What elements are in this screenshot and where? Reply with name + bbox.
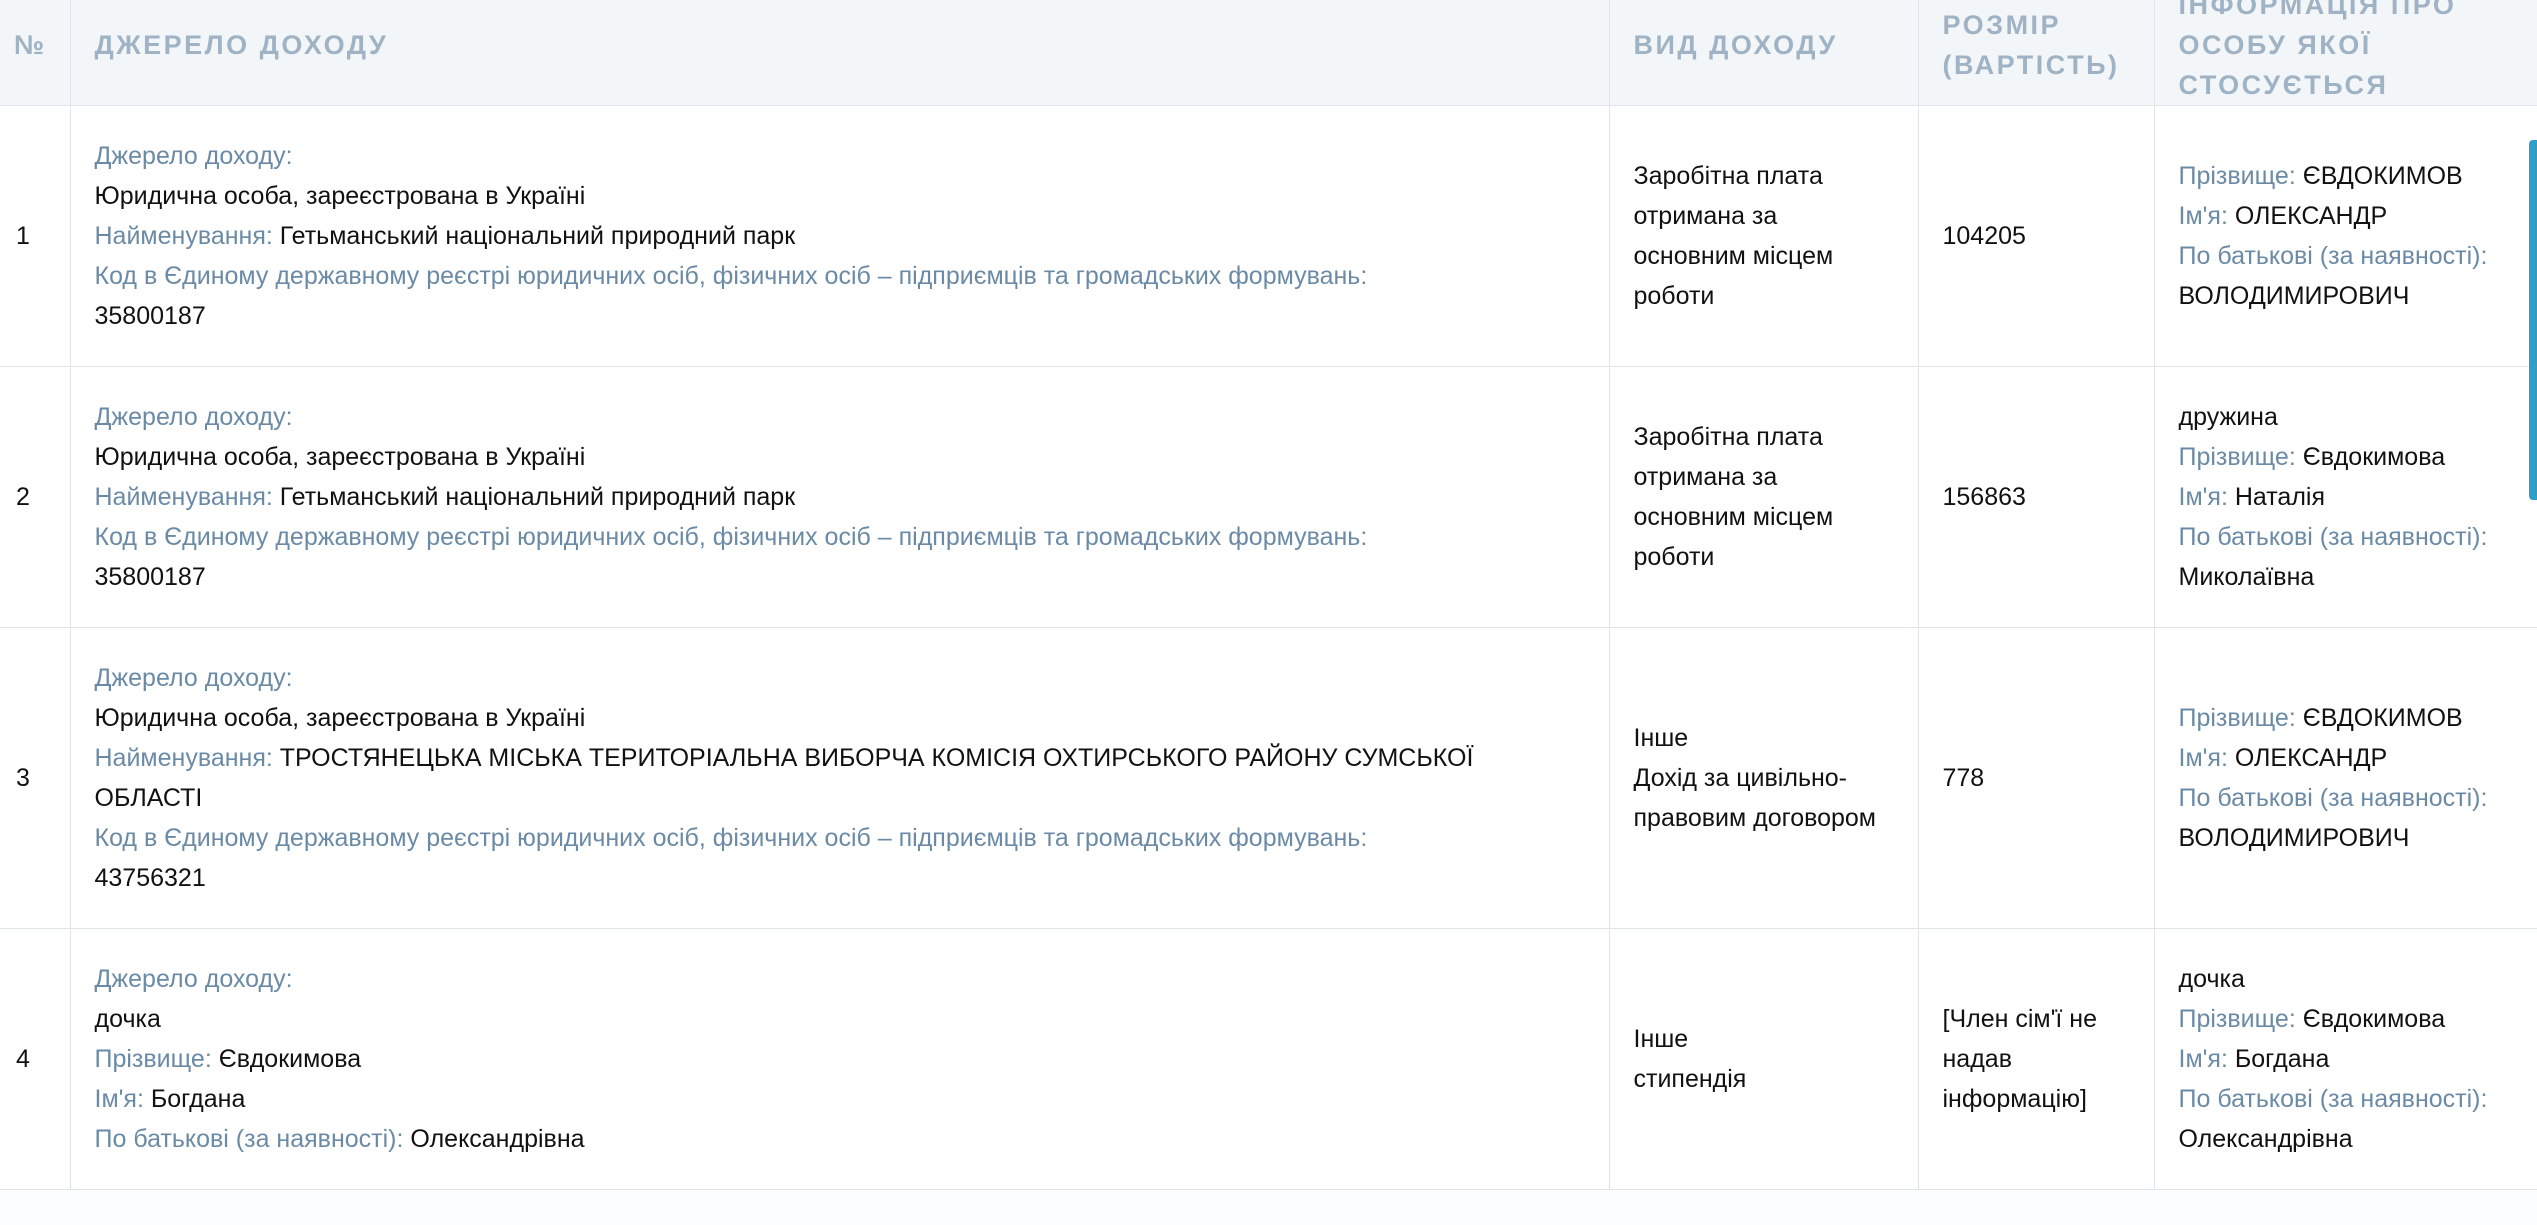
surname-label: Прізвище:: [2178, 704, 2296, 732]
type-cell: Заробітна плата отримана за основним міс…: [1609, 366, 1919, 628]
type-cell: Інше Дохід за цивільно-правовим договоро…: [1609, 627, 1919, 929]
row-number: 4: [0, 928, 71, 1190]
row-number: 1: [0, 105, 71, 367]
source-cell: Джерело доходу: Юридична особа, зареєстр…: [70, 105, 1610, 367]
page-bottom-area: [0, 1190, 2537, 1225]
income-type: Інше: [1633, 1025, 1689, 1053]
patronymic-label: По батькові (за наявності):: [2178, 523, 2488, 551]
scroll-indicator[interactable]: [2529, 140, 2537, 500]
amount-cell: 778: [1918, 627, 2155, 929]
source-code: 43756321: [94, 864, 206, 892]
person-surname: Євдокимова: [2302, 1005, 2446, 1033]
firstname-label: Ім'я:: [2178, 202, 2228, 230]
firstname-label: Ім'я:: [94, 1085, 144, 1113]
source-code: 35800187: [94, 302, 206, 330]
income-type: Інше: [1633, 724, 1689, 752]
person-cell: дружина Прізвище: Євдокимова Ім'я: Натал…: [2154, 366, 2537, 628]
table-body: 1 Джерело доходу: Юридична особа, зареєс…: [0, 105, 2537, 1190]
person-firstname: Наталія: [2234, 483, 2326, 511]
firstname-label: Ім'я:: [2178, 1045, 2228, 1073]
source-cell: Джерело доходу: дочка Прізвище: Євдокимо…: [70, 928, 1610, 1190]
person-patronymic: Миколаївна: [2178, 563, 2315, 591]
income-table-wrapper: № ДЖЕРЕЛО ДОХОДУ ВИД ДОХОДУ РОЗМІР (ВАРТ…: [0, 0, 2537, 1190]
source-label: Джерело доходу:: [94, 403, 293, 431]
source-cell: Джерело доходу: Юридична особа, зареєстр…: [70, 627, 1610, 929]
source-name: Гетьманський національний природний парк: [279, 222, 796, 250]
income-table: № ДЖЕРЕЛО ДОХОДУ ВИД ДОХОДУ РОЗМІР (ВАРТ…: [0, 0, 2537, 1190]
source-firstname: Богдана: [150, 1085, 246, 1113]
header-source: ДЖЕРЕЛО ДОХОДУ: [70, 0, 1610, 106]
amount-cell: 104205: [1918, 105, 2155, 367]
income-type: Заробітна плата отримана за основним міс…: [1633, 423, 1834, 571]
amount-cell: [Член сім'ї не надав інформацію]: [1918, 928, 2155, 1190]
type-cell: Заробітна плата отримана за основним міс…: [1609, 105, 1919, 367]
person-surname: ЄВДОКИМОВ: [2302, 704, 2463, 732]
person-patronymic: ВОЛОДИМИРОВИЧ: [2178, 824, 2410, 852]
source-cell: Джерело доходу: Юридична особа, зареєстр…: [70, 366, 1610, 628]
code-label: Код в Єдиному державному реєстрі юридичн…: [94, 523, 1368, 551]
name-label: Найменування:: [94, 744, 273, 772]
source-code: 35800187: [94, 563, 206, 591]
person-cell: дочка Прізвище: Євдокимова Ім'я: Богдана…: [2154, 928, 2537, 1190]
row-number: 2: [0, 366, 71, 628]
source-label: Джерело доходу:: [94, 142, 293, 170]
source-surname: Євдокимова: [218, 1045, 362, 1073]
person-relation: дочка: [2178, 965, 2245, 993]
surname-label: Прізвище:: [94, 1045, 212, 1073]
source-relation: дочка: [94, 1005, 161, 1033]
surname-label: Прізвище:: [2178, 1005, 2296, 1033]
person-cell: Прізвище: ЄВДОКИМОВ Ім'я: ОЛЕКСАНДР По б…: [2154, 627, 2537, 929]
source-name: ТРОСТЯНЕЦЬКА МІСЬКА ТЕРИТОРІАЛЬНА ВИБОРЧ…: [94, 744, 1474, 812]
table-row: 2 Джерело доходу: Юридична особа, зареєс…: [0, 366, 2537, 628]
source-label: Джерело доходу:: [94, 664, 293, 692]
header-num: №: [0, 0, 71, 106]
person-patronymic: Олександрівна: [2178, 1125, 2353, 1153]
person-relation: дружина: [2178, 403, 2278, 431]
source-kind: Юридична особа, зареєстрована в Україні: [94, 704, 586, 732]
person-cell: Прізвище: ЄВДОКИМОВ Ім'я: ОЛЕКСАНДР По б…: [2154, 105, 2537, 367]
table-row: 3 Джерело доходу: Юридична особа, зареєс…: [0, 627, 2537, 929]
amount-cell: 156863: [1918, 366, 2155, 628]
income-subtype: стипендія: [1633, 1065, 1747, 1093]
person-patronymic: ВОЛОДИМИРОВИЧ: [2178, 282, 2410, 310]
source-label: Джерело доходу:: [94, 965, 293, 993]
code-label: Код в Єдиному державному реєстрі юридичн…: [94, 824, 1368, 852]
name-label: Найменування:: [94, 483, 273, 511]
person-firstname: ОЛЕКСАНДР: [2234, 202, 2388, 230]
source-patronymic: Олександрівна: [410, 1125, 585, 1153]
source-kind: Юридична особа, зареєстрована в Україні: [94, 182, 586, 210]
table-row: 1 Джерело доходу: Юридична особа, зареєс…: [0, 105, 2537, 367]
table-row: 4 Джерело доходу: дочка Прізвище: Євдоки…: [0, 928, 2537, 1190]
table-header: № ДЖЕРЕЛО ДОХОДУ ВИД ДОХОДУ РОЗМІР (ВАРТ…: [0, 0, 2537, 106]
surname-label: Прізвище:: [2178, 162, 2296, 190]
type-cell: Інше стипендія: [1609, 928, 1919, 1190]
income-type: Заробітна плата отримана за основним міс…: [1633, 162, 1834, 310]
name-label: Найменування:: [94, 222, 273, 250]
header-row: № ДЖЕРЕЛО ДОХОДУ ВИД ДОХОДУ РОЗМІР (ВАРТ…: [0, 0, 2537, 106]
source-kind: Юридична особа, зареєстрована в Україні: [94, 443, 586, 471]
header-person: ІНФОРМАЦІЯ ПРО ОСОБУ ЯКОЇ СТОСУЄТЬСЯ: [2154, 0, 2537, 106]
header-type: ВИД ДОХОДУ: [1609, 0, 1919, 106]
firstname-label: Ім'я:: [2178, 483, 2228, 511]
person-surname: ЄВДОКИМОВ: [2302, 162, 2463, 190]
person-surname: Євдокимова: [2302, 443, 2446, 471]
code-label: Код в Єдиному державному реєстрі юридичн…: [94, 262, 1368, 290]
patronymic-label: По батькові (за наявності):: [2178, 242, 2488, 270]
surname-label: Прізвище:: [2178, 443, 2296, 471]
person-firstname: ОЛЕКСАНДР: [2234, 744, 2388, 772]
income-subtype: Дохід за цивільно-правовим договором: [1633, 764, 1877, 832]
patronymic-label: По батькові (за наявності):: [2178, 1085, 2488, 1113]
row-number: 3: [0, 627, 71, 929]
source-name: Гетьманський національний природний парк: [279, 483, 796, 511]
firstname-label: Ім'я:: [2178, 744, 2228, 772]
patronymic-label: По батькові (за наявності):: [94, 1125, 404, 1153]
person-firstname: Богдана: [2234, 1045, 2330, 1073]
patronymic-label: По батькові (за наявності):: [2178, 784, 2488, 812]
header-amount: РОЗМІР (ВАРТІСТЬ): [1918, 0, 2155, 106]
